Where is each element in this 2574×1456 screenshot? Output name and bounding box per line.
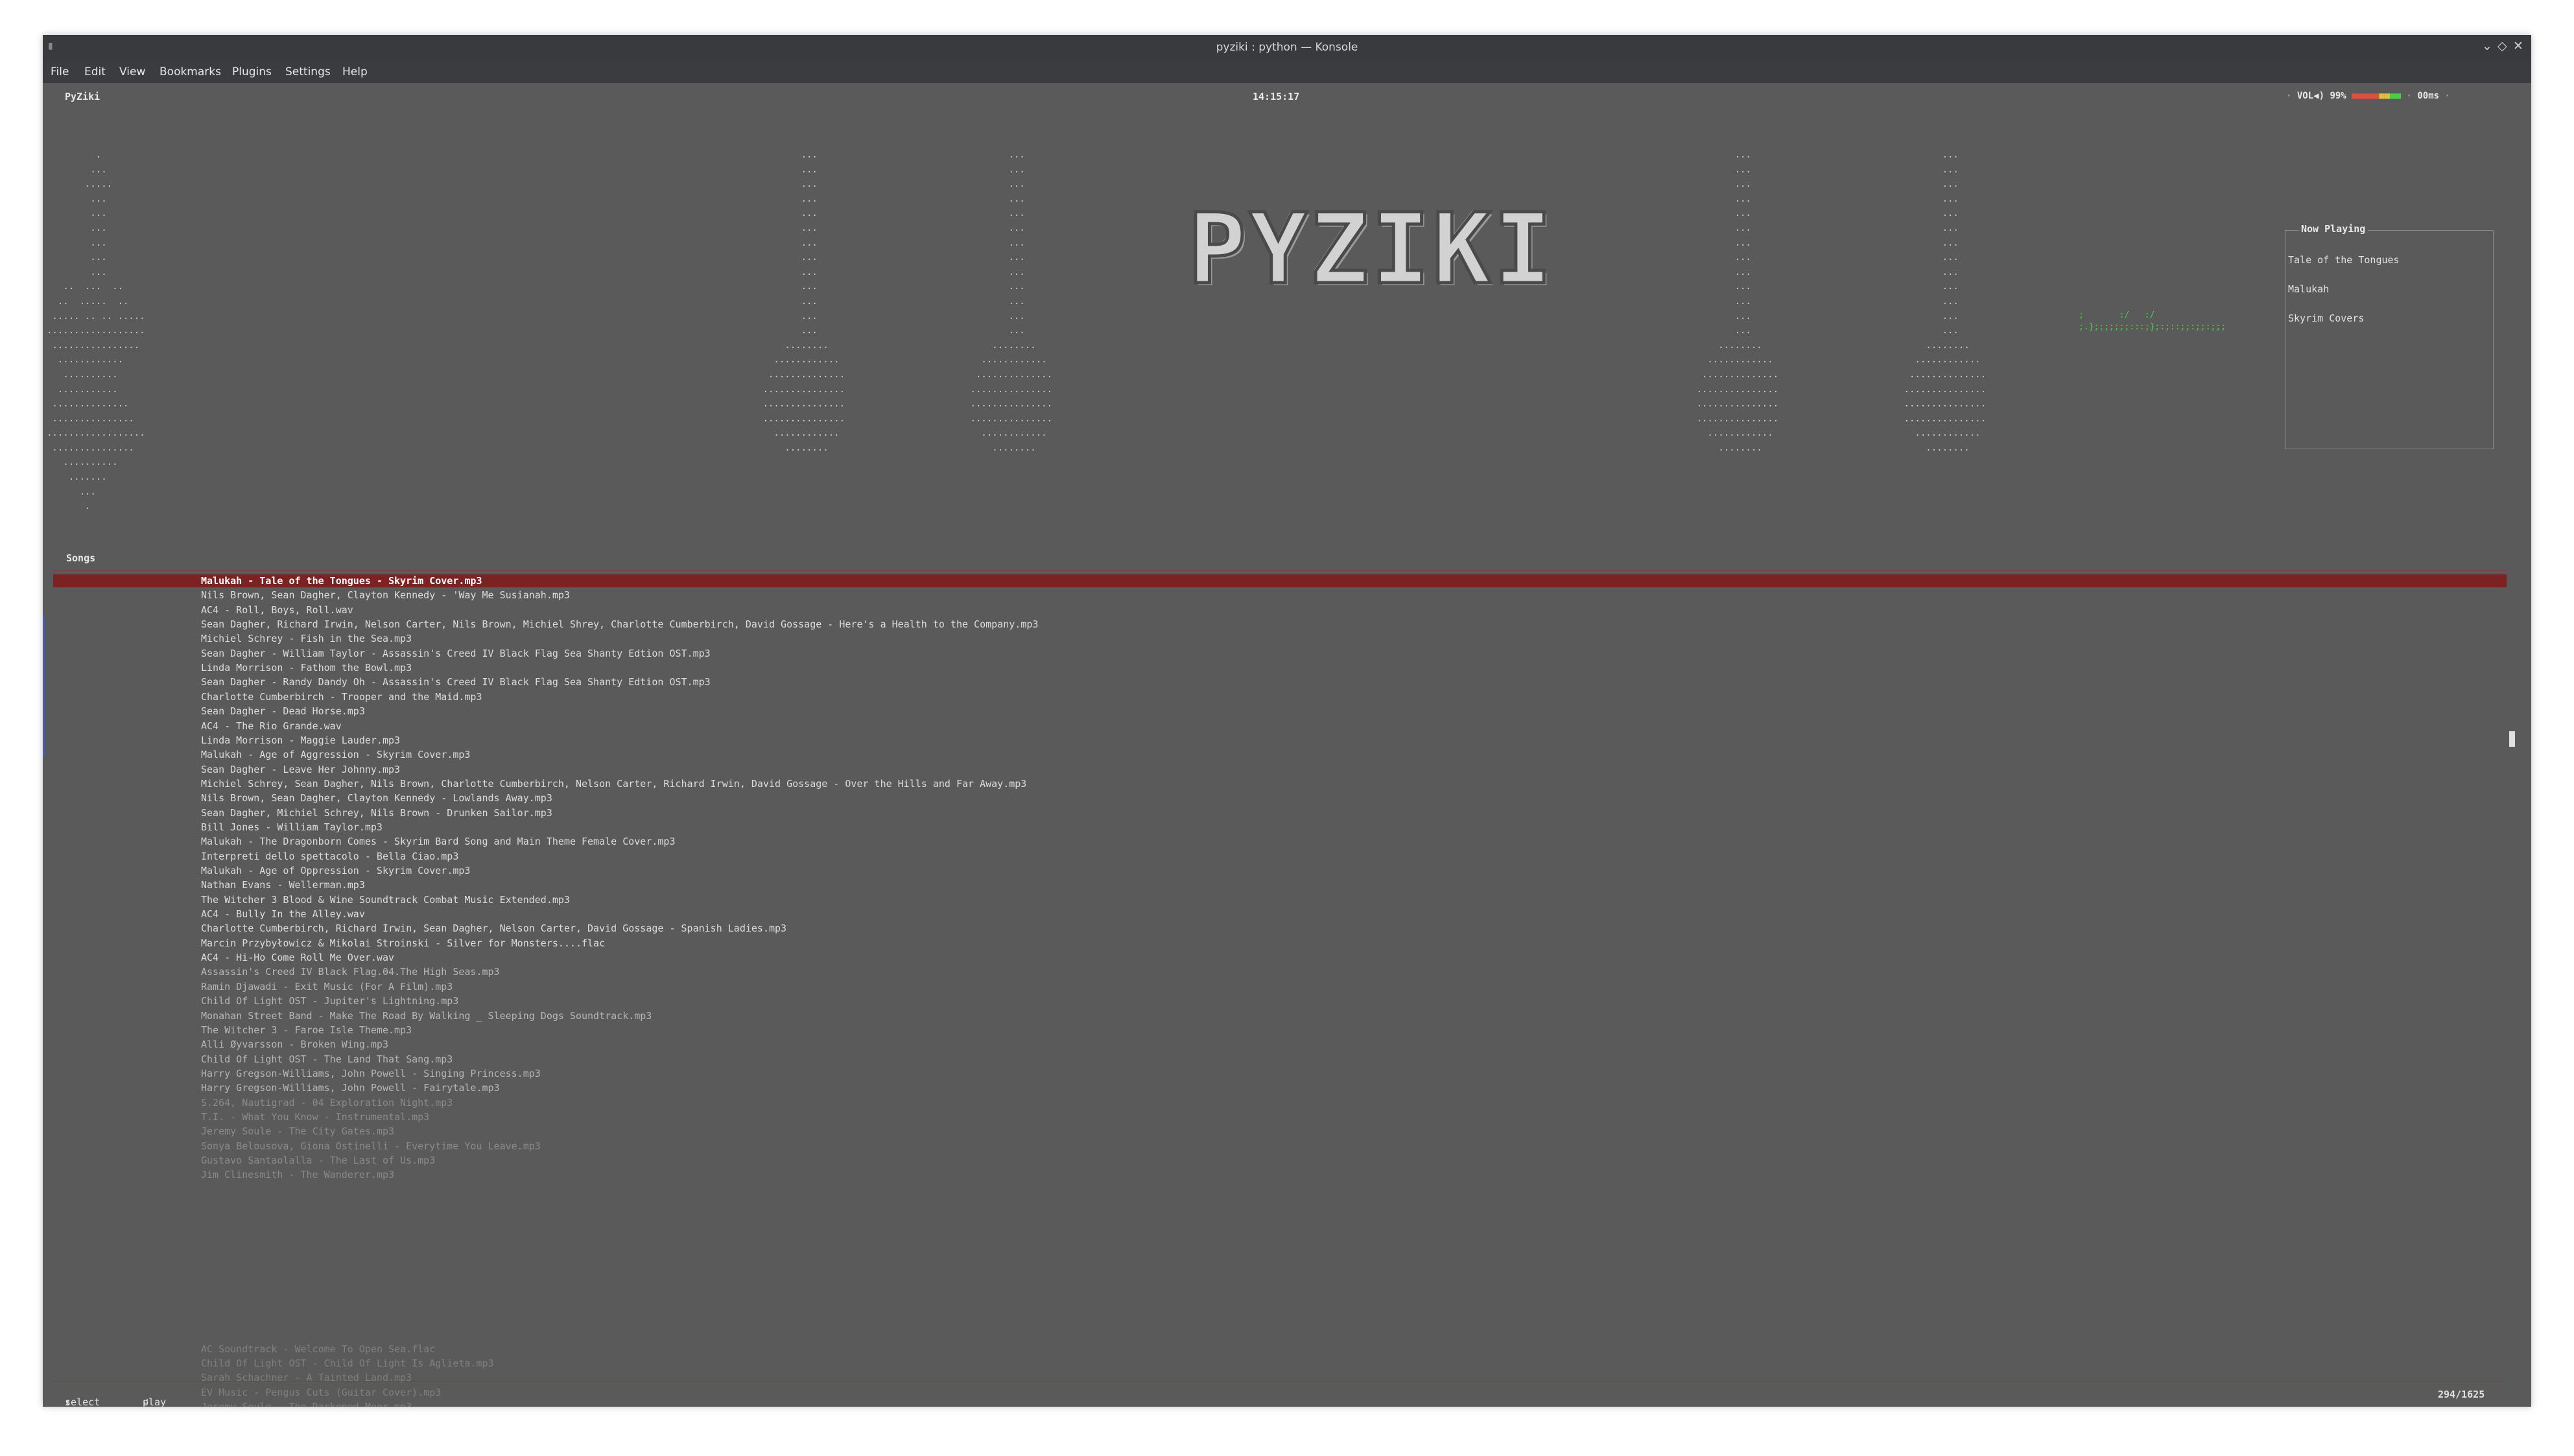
- song-row[interactable]: S.264, Nautigrad - 04 Exploration Night.…: [201, 1097, 453, 1109]
- song-row[interactable]: Bill Jones - William Taylor.mp3: [201, 821, 383, 833]
- song-row[interactable]: T.I. - What You Know - Instrumental.mp3: [201, 1111, 429, 1123]
- song-row[interactable]: Assassin's Creed IV Black Flag.04.The Hi…: [201, 966, 500, 978]
- audio-visualizer: ; :/ :/ ;.};;;;;;;:::;};:;::;;:;;:;;;: [2079, 310, 2226, 333]
- song-row[interactable]: Jim Clinesmith - The Wanderer.mp3: [201, 1169, 394, 1180]
- visualizer-line-1: ; :/ :/: [2079, 311, 2155, 320]
- song-row[interactable]: Linda Morrison - Maggie Lauder.mp3: [201, 734, 400, 746]
- song-row[interactable]: Jeremy Soule - The City Gates.mp3: [201, 1125, 394, 1137]
- pyziki-logo: PYZIKI: [1187, 192, 1555, 308]
- song-row[interactable]: Ramin Djawadi - Exit Music (For A Film).…: [201, 981, 453, 992]
- menu-bookmarks[interactable]: Bookmarks: [159, 65, 221, 78]
- song-row[interactable]: AC4 - Bully In the Alley.wav: [201, 908, 365, 920]
- list-position: 294/1625: [2438, 1389, 2485, 1400]
- song-row[interactable]: Michiel Schrey - Fish in the Sea.mp3: [201, 633, 412, 644]
- song-row[interactable]: Harry Gregson-Williams, John Powell - Si…: [201, 1068, 541, 1079]
- latency: 00ms: [2417, 91, 2440, 101]
- app-name: PyZiki: [65, 91, 100, 102]
- volume-meter: ■■■■■: [2352, 91, 2379, 101]
- song-row[interactable]: Michiel Schrey, Sean Dagher, Nils Brown,…: [201, 778, 1026, 790]
- close-icon[interactable]: ✕: [2513, 39, 2523, 53]
- song-row[interactable]: The Witcher 3 Blood & Wine Soundtrack Co…: [201, 894, 570, 906]
- now-playing-album: Skyrim Covers: [2288, 312, 2365, 324]
- songs-panel-title: Songs: [65, 552, 97, 564]
- ascii-art-column-4: ... ... ... ... ... ... ... ... ... ... …: [1904, 150, 1987, 453]
- song-row[interactable]: Linda Morrison - Fathom the Bowl.mp3: [201, 662, 412, 674]
- song-row[interactable]: Nils Brown, Sean Dagher, Clayton Kennedy…: [201, 589, 570, 601]
- song-row[interactable]: AC4 - The Rio Grande.wav: [201, 720, 342, 732]
- song-row[interactable]: The Witcher 3 - Faroe Isle Theme.mp3: [201, 1024, 412, 1036]
- song-row[interactable]: Child Of Light OST - Child Of Light Is A…: [201, 1357, 494, 1369]
- song-row[interactable]: Malukah - The Dragonborn Comes - Skyrim …: [201, 836, 676, 847]
- now-playing-artist: Malukah: [2288, 283, 2330, 295]
- song-row[interactable]: Charlotte Cumberbirch - Trooper and the …: [201, 691, 482, 703]
- song-row[interactable]: Nathan Evans - Wellerman.mp3: [201, 879, 365, 891]
- window-title: pyziki : python — Konsole: [1216, 41, 1358, 54]
- konsole-window: ▮ pyziki : python — Konsole ⌄ ◇ ✕ File E…: [43, 35, 2531, 1407]
- song-row[interactable]: Child Of Light OST - Jupiter's Lightning…: [201, 995, 458, 1007]
- song-row[interactable]: Sean Dagher, Richard Irwin, Nelson Carte…: [201, 618, 1038, 630]
- song-row[interactable]: Alli Øyvarsson - Broken Wing.mp3: [201, 1039, 388, 1050]
- song-row[interactable]: Sean Dagher - Leave Her Johnny.mp3: [201, 764, 400, 775]
- ascii-art-left: . ... ..... ... ... ... ... ... ... .. .…: [47, 150, 145, 512]
- song-row-selected[interactable]: Malukah - Tale of the Tongues - Skyrim C…: [201, 575, 482, 587]
- status-footer: ↕ select ↓ play ↲ 294/1625: [43, 1381, 2531, 1407]
- now-playing-panel: Now Playing Tale of the Tongues Malukah …: [2285, 223, 2494, 449]
- song-row[interactable]: AC Soundtrack - Welcome To Open Sea.flac: [201, 1343, 435, 1355]
- menu-bar: File Edit View Bookmarks Plugins Setting…: [43, 60, 2531, 83]
- song-row[interactable]: Harry Gregson-Williams, John Powell - Fa…: [201, 1082, 500, 1094]
- song-row[interactable]: Monahan Street Band - Make The Road By W…: [201, 1010, 652, 1022]
- volume-value: 99%: [2330, 91, 2346, 101]
- focus-accent: [43, 615, 45, 757]
- enter-key-icon: ↓: [65, 1396, 71, 1407]
- return-key-icon: ↲: [143, 1396, 149, 1407]
- now-playing-track: Tale of the Tongues: [2288, 254, 2400, 266]
- clock: 14:15:17: [1253, 91, 1300, 102]
- visualizer-line-2: ;.};;;;;;;:::;};:;::;;:;;:;;;: [2079, 322, 2226, 332]
- song-row[interactable]: Sean Dagher - Randy Dandy Oh - Assassin'…: [201, 676, 711, 688]
- restore-icon[interactable]: ◇: [2497, 39, 2507, 53]
- song-row[interactable]: AC4 - Roll, Boys, Roll.wav: [201, 604, 353, 616]
- song-row[interactable]: Interpreti dello spettacolo - Bella Ciao…: [201, 851, 458, 862]
- menu-settings[interactable]: Settings: [285, 65, 331, 78]
- song-row[interactable]: Sean Dagher, Michiel Schrey, Nils Brown …: [201, 807, 552, 819]
- menu-file[interactable]: File: [51, 65, 69, 78]
- chevron-down-icon[interactable]: ⌄: [2482, 39, 2492, 53]
- song-row[interactable]: Charlotte Cumberbirch, Richard Irwin, Se…: [201, 922, 786, 934]
- now-playing-title: Now Playing: [2298, 223, 2368, 235]
- ascii-art-column-1: ... ... ... ... ... ... ... ... ... ... …: [762, 150, 845, 453]
- song-row[interactable]: Gustavo Santaolalla - The Last of Us.mp3: [201, 1155, 435, 1166]
- song-row[interactable]: Marcin Przybyłowicz & Mikolai Stroinski …: [201, 937, 605, 949]
- song-list-scrollbar[interactable]: [2509, 731, 2515, 747]
- menu-plugins[interactable]: Plugins: [232, 65, 272, 78]
- songs-panel-border: [53, 570, 2507, 571]
- song-row[interactable]: Sonya Belousova, Giona Ostinelli - Every…: [201, 1140, 541, 1152]
- menu-help[interactable]: Help: [342, 65, 368, 78]
- volume-label: VOL◀): [2297, 91, 2325, 101]
- song-row[interactable]: AC4 - Hi-Ho Come Roll Me Over.wav: [201, 952, 394, 963]
- ascii-art-column-3: ... ... ... ... ... ... ... ... ... ... …: [1696, 150, 1779, 453]
- song-row[interactable]: Nils Brown, Sean Dagher, Clayton Kennedy…: [201, 792, 552, 804]
- terminal-area[interactable]: PyZiki 14:15:17 · VOL◀) 99% ■■■■■■■■■ · …: [43, 83, 2531, 1407]
- ascii-art-column-2: ... ... ... ... ... ... ... ... ... ... …: [970, 150, 1053, 453]
- volume-indicator: · VOL◀) 99% ■■■■■■■■■ · 00ms ·: [2286, 91, 2450, 101]
- song-row[interactable]: Malukah - Age of Aggression - Skyrim Cov…: [201, 749, 470, 760]
- song-row[interactable]: Sean Dagher - William Taylor - Assassin'…: [201, 648, 711, 659]
- song-row[interactable]: Sean Dagher - Dead Horse.mp3: [201, 705, 365, 717]
- song-row[interactable]: Malukah - Age of Oppression - Skyrim Cov…: [201, 865, 470, 876]
- title-bar[interactable]: ▮ pyziki : python — Konsole ⌄ ◇ ✕: [43, 35, 2531, 60]
- song-row[interactable]: Child Of Light OST - The Land That Sang.…: [201, 1053, 453, 1065]
- menu-edit[interactable]: Edit: [84, 65, 106, 78]
- menu-view[interactable]: View: [119, 65, 145, 78]
